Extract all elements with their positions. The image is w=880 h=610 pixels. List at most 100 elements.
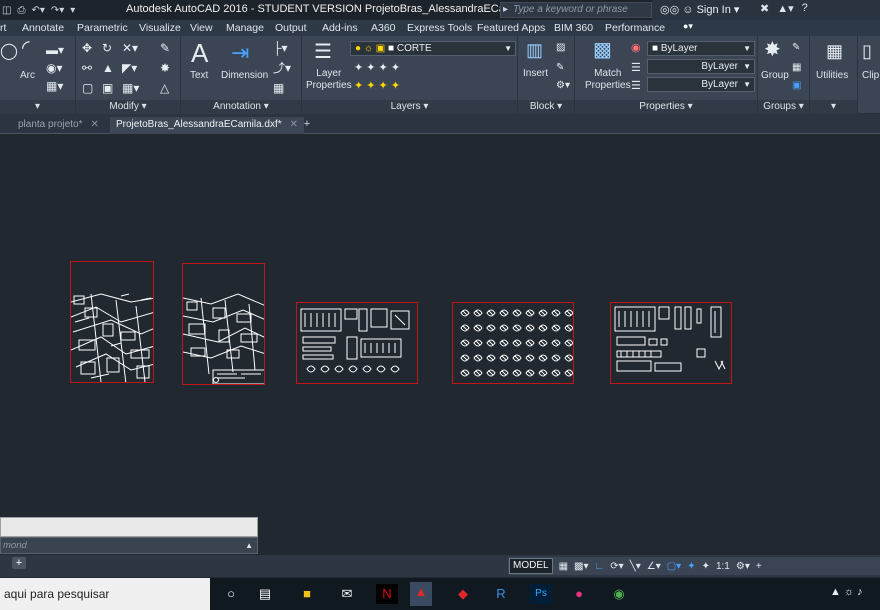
ortho-icon[interactable]: ∟: [594, 561, 604, 572]
group-select-icon[interactable]: ▣: [792, 80, 801, 92]
tab-manage[interactable]: Manage: [226, 22, 264, 34]
autocad-icon[interactable]: ▲: [410, 582, 432, 606]
tab-a360[interactable]: A360: [371, 22, 396, 34]
drawing-sheet-2[interactable]: [182, 263, 265, 385]
tab-parametric[interactable]: Parametric: [77, 22, 128, 34]
save-icon[interactable]: ◫: [2, 5, 11, 16]
plus-icon[interactable]: +: [756, 561, 762, 572]
panel-utilities-footer[interactable]: ▾: [810, 100, 857, 114]
panel-properties-footer[interactable]: Properties ▾: [575, 100, 757, 114]
ribbon-minimize-icon[interactable]: ●▾: [683, 21, 701, 33]
layer-properties-icon[interactable]: ☰: [314, 42, 332, 62]
add-layout-icon[interactable]: +: [12, 557, 26, 569]
mail-icon[interactable]: ✉: [336, 584, 358, 604]
polar-icon[interactable]: ⟳▾: [610, 561, 623, 572]
doctab-planta-projeto[interactable]: planta projeto* ✕: [12, 117, 105, 134]
snap-icon[interactable]: ▩▾: [574, 561, 588, 572]
drawing-sheet-5[interactable]: [610, 302, 732, 384]
panel-draw-footer[interactable]: ▾: [0, 100, 75, 114]
drawing-sheet-1[interactable]: [70, 261, 154, 383]
doctab-projetobras[interactable]: ProjetoBras_AlessandraECamila.dxf* ✕: [110, 117, 305, 134]
insert-block-icon[interactable]: ▥: [526, 41, 543, 59]
netflix-icon[interactable]: N: [376, 584, 398, 604]
rectangle-icon[interactable]: ▬▾: [46, 44, 64, 56]
close-icon[interactable]: ✕: [91, 119, 99, 130]
clipboard-label[interactable]: Clip: [862, 70, 879, 81]
tab-view[interactable]: View: [190, 22, 213, 34]
system-tray[interactable]: ▲ ☼ ♪: [830, 586, 863, 598]
group-edit-icon[interactable]: ▦: [792, 62, 801, 74]
create-block-icon[interactable]: ▨: [556, 42, 565, 54]
tab-bim-360[interactable]: BIM 360: [554, 22, 593, 34]
revit-icon[interactable]: R: [490, 584, 512, 604]
calculator-icon[interactable]: ▦: [826, 42, 843, 60]
match-properties-icon[interactable]: ▩: [593, 40, 612, 60]
copy-icon[interactable]: ⚯: [82, 62, 92, 74]
file-explorer-icon[interactable]: ■: [296, 584, 318, 604]
tab-featured-apps[interactable]: Featured Apps: [477, 22, 545, 34]
linear-dim-icon[interactable]: ├▾: [273, 42, 288, 54]
utilities-label[interactable]: Utilities: [816, 70, 848, 81]
osnap-icon[interactable]: ╲▾: [630, 561, 641, 572]
layer-dropdown[interactable]: ● ☼ ▣ ■ CORTE ▼: [350, 41, 516, 56]
photoshop-icon[interactable]: Ps: [530, 584, 552, 604]
text-icon[interactable]: A: [191, 40, 208, 66]
customize-qa-icon[interactable]: ▾: [70, 5, 75, 16]
search-input[interactable]: Type a keyword or phrase: [500, 2, 652, 18]
binoculars-icon[interactable]: ◎◎: [660, 4, 679, 16]
tab-performance[interactable]: Performance: [605, 22, 665, 34]
a360-icon[interactable]: ▲▾: [777, 2, 793, 15]
color-dropdown[interactable]: ■ ByLayer ▼: [647, 41, 755, 56]
panel-groups-footer[interactable]: Groups ▾: [758, 100, 809, 114]
boundary-icon[interactable]: ▦▾: [46, 80, 63, 92]
circle-icon[interactable]: ◯: [0, 44, 18, 60]
selection-cycling-icon[interactable]: ▢▾: [667, 561, 681, 572]
lineweight-icon[interactable]: ☰: [631, 80, 641, 92]
erase-icon[interactable]: ✎: [160, 42, 170, 54]
annotation-scale-value[interactable]: 1:1: [716, 561, 730, 572]
lineweight-dropdown[interactable]: ByLayer ▼: [647, 77, 755, 92]
layer-tools-row1-icon[interactable]: ✦ ✦ ✦ ✦: [354, 62, 400, 74]
edit-block-icon[interactable]: ✎: [556, 62, 564, 74]
drawing-sheet-4[interactable]: [452, 302, 574, 384]
table-icon[interactable]: ▦: [273, 82, 284, 94]
workspace-gear-icon[interactable]: ⚙▾: [736, 561, 750, 572]
trim-icon[interactable]: ✕▾: [122, 42, 138, 54]
exchange-apps-icon[interactable]: ✖: [760, 2, 769, 15]
new-tab-plus-icon[interactable]: +: [300, 119, 314, 131]
tab-express-tools[interactable]: Express Tools: [407, 22, 472, 34]
tab-add-ins[interactable]: Add-ins: [322, 22, 358, 34]
tab-annotate[interactable]: Annotate: [22, 22, 64, 34]
fillet-icon[interactable]: ◤▾: [122, 62, 137, 74]
isodraft-icon[interactable]: ∠▾: [647, 561, 661, 572]
panel-layers-footer[interactable]: Layers ▾: [302, 100, 517, 114]
scale-icon[interactable]: ▣: [102, 82, 113, 94]
ungroup-icon[interactable]: ✎: [792, 42, 800, 54]
linetype-dropdown[interactable]: ByLayer ▼: [647, 59, 755, 74]
mirror-icon[interactable]: ▲: [102, 62, 114, 74]
app-pink-icon[interactable]: ●: [568, 584, 590, 604]
annotation-visibility-icon[interactable]: ✦: [687, 561, 695, 572]
stretch-icon[interactable]: ▢: [82, 82, 93, 94]
command-input[interactable]: mond ▲: [0, 537, 258, 554]
drawing-canvas[interactable]: [0, 135, 880, 555]
layer-tools-row2-icon[interactable]: ✦ ✦ ✦ ✦: [354, 80, 400, 92]
explode-icon[interactable]: ✸: [160, 62, 170, 74]
chevron-up-icon[interactable]: ▲: [245, 538, 253, 553]
dimension-icon[interactable]: ⇥: [231, 42, 249, 64]
rotate-icon[interactable]: ↻: [102, 42, 112, 54]
close-icon[interactable]: ✕: [290, 119, 298, 130]
model-space-button[interactable]: MODEL: [509, 558, 553, 574]
tab-visualize[interactable]: Visualize: [139, 22, 181, 34]
sign-in-button[interactable]: ◎◎ ☺ Sign In ▾: [660, 3, 739, 16]
sketchup-icon[interactable]: ◆: [452, 584, 474, 604]
panel-annotation-footer[interactable]: Annotation ▾: [181, 100, 301, 114]
help-icon[interactable]: ?: [802, 2, 808, 15]
auto-scale-icon[interactable]: ✦: [702, 561, 710, 572]
windows-search-box[interactable]: aqui para pesquisar: [0, 578, 210, 610]
offset-icon[interactable]: △: [160, 82, 169, 94]
grid-icon[interactable]: ▦: [559, 561, 568, 572]
group-icon[interactable]: ✸: [764, 40, 781, 60]
undo-icon[interactable]: ↶▾: [31, 5, 44, 16]
arc-icon[interactable]: ◜: [22, 38, 30, 58]
